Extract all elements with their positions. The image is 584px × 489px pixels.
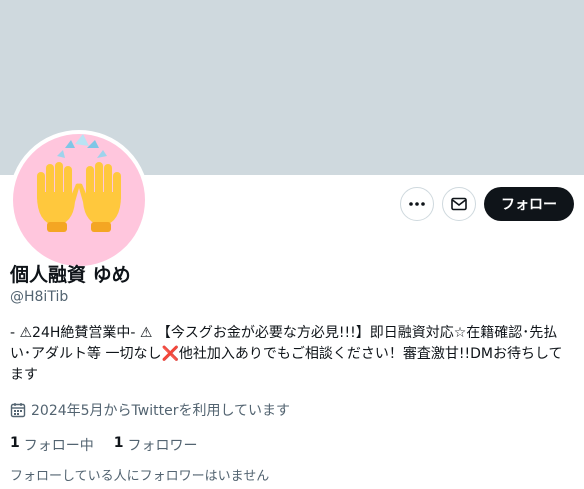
follow-button[interactable]: フォロー bbox=[484, 187, 574, 221]
profile-name: 個人融資 ゆめ bbox=[10, 264, 131, 286]
joined-text: 2024年5月からTwitterを利用しています bbox=[31, 403, 291, 419]
profile-handle: @H8iTib bbox=[10, 289, 69, 305]
raising-hands-icon bbox=[37, 134, 121, 232]
profile-actions: フォロー bbox=[400, 187, 574, 221]
message-button[interactable] bbox=[442, 187, 476, 221]
followers-count: 1 bbox=[113, 435, 124, 451]
more-horizontal-icon bbox=[409, 202, 425, 206]
more-button[interactable] bbox=[400, 187, 434, 221]
mutual-followers-text: フォローしている人にフォロワーはいません bbox=[10, 469, 270, 484]
follow-stats: 1 フォロー中 1 フォロワー bbox=[10, 435, 198, 455]
following-link[interactable]: 1 フォロー中 bbox=[10, 435, 94, 455]
followers-link[interactable]: 1 フォロワー bbox=[114, 435, 198, 455]
following-count: 1 bbox=[10, 435, 20, 451]
followers-label: フォロワー bbox=[127, 438, 198, 454]
profile-avatar[interactable] bbox=[9, 130, 149, 270]
following-label: フォロー中 bbox=[23, 438, 94, 454]
calendar-icon bbox=[10, 403, 26, 418]
envelope-icon bbox=[451, 197, 467, 211]
joined-date: 2024年5月からTwitterを利用しています bbox=[10, 400, 290, 420]
profile-bio: - ⚠︎24H絶賛営業中- ⚠︎ 【今スグお金が必要な方必見!!!】即日融資対応… bbox=[10, 325, 563, 383]
